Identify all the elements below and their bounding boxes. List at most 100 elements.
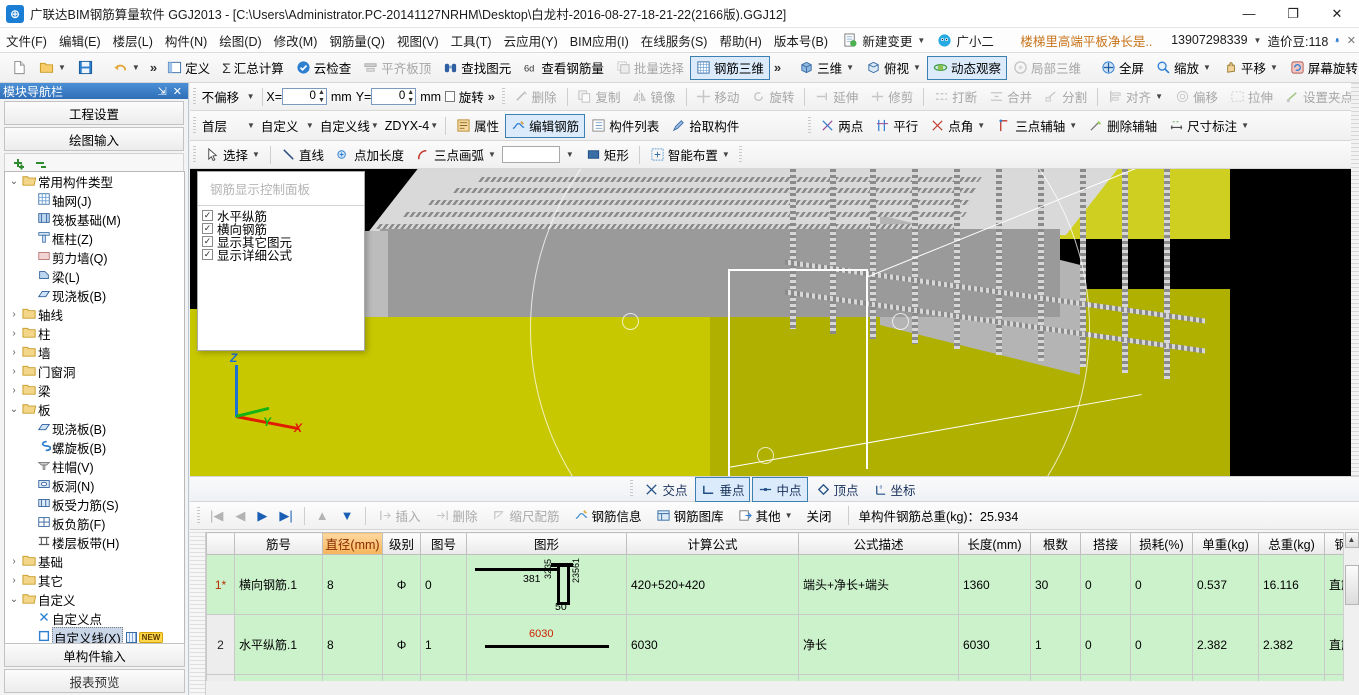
new-change-button[interactable]: 新建变更 ▼ (837, 28, 931, 53)
tb2-overflow-button[interactable]: » (484, 89, 499, 104)
pin-icon[interactable]: ⇲ (155, 85, 170, 98)
offset-mode-combo[interactable]: 不偏移 ▼ (199, 85, 258, 108)
orbit-handle-bottom[interactable] (757, 447, 774, 464)
tree-item-2[interactable]: 筏板基础(M) (5, 210, 184, 229)
grid-column-header-8[interactable]: 长度(mm) (958, 532, 1031, 555)
bell-icon[interactable] (1334, 33, 1340, 48)
point-angle-axis-button[interactable]: 点角 ▼ (924, 114, 991, 138)
checkbox-icon[interactable]: ✓ (202, 249, 213, 260)
arc-tool-chevron-down-icon[interactable]: ▼ (488, 150, 496, 159)
menu-component[interactable]: 构件(N) (159, 28, 213, 53)
grid-column-header-12[interactable]: 单重(kg) (1192, 532, 1259, 555)
component-type-combo[interactable]: 自定义线 ▼ (317, 114, 382, 137)
tree-item-4[interactable]: 剪力墙(Q) (5, 248, 184, 267)
tree-item-17[interactable]: 板受力筋(S) (5, 495, 184, 514)
rebar-grid-wrapper[interactable]: 筋号 直径(mm) 级别 图号 图形 计算公式 公式描述 长度(mm) 根数 搭接 损耗(%) 单重(… (206, 532, 1359, 695)
chevron-right-icon[interactable]: › (7, 575, 21, 586)
chevron-right-icon[interactable]: › (7, 309, 21, 320)
delete-axis-button[interactable]: 删除辅轴 (1083, 114, 1163, 138)
close-icon[interactable]: ✕ (170, 85, 185, 98)
x-spinner-icon[interactable]: ▲ ▼ (318, 89, 325, 105)
insert-row-button[interactable]: 插入 (372, 503, 427, 528)
menu-file[interactable]: 文件(F) (0, 28, 53, 53)
two-point-axis-button[interactable]: 两点 (814, 114, 869, 138)
tree-item-13[interactable]: 现浇板(B) (5, 419, 184, 438)
add-icon[interactable] (11, 156, 27, 172)
grid-column-header-4[interactable]: 图号 (420, 532, 467, 555)
pan-chevron-down-icon[interactable]: ▼ (1270, 63, 1278, 72)
grid-column-header-1[interactable]: 筋号 (234, 532, 323, 555)
draw-extra-chevron-down-icon[interactable]: ▼ (566, 150, 574, 159)
properties-button[interactable]: 属性 (450, 114, 505, 138)
rebar-diameter[interactable]: 8 (322, 554, 383, 615)
rebar-shape[interactable]: 6030 (466, 614, 627, 675)
rebar-display-panel[interactable]: 钢筋显示控制面板 ✓ 水平纵筋 ✓ 横向钢筋 ✓ 显示其它图元 ✓ 显示详细公式 (197, 171, 365, 351)
open-chevron-down-icon[interactable]: ▼ (58, 63, 66, 72)
tree-item-15[interactable]: 柱帽(V) (5, 457, 184, 476)
chevron-right-icon[interactable]: › (7, 385, 21, 396)
new-file-button[interactable] (6, 56, 33, 80)
point-angle-chevron-down-icon[interactable]: ▼ (977, 121, 985, 130)
rebar-total-weight[interactable]: 2.382 (1258, 614, 1325, 675)
minimize-button[interactable]: — (1227, 0, 1271, 28)
rebar-name[interactable]: 水平纵筋.1 (234, 614, 323, 675)
tb3-grip2[interactable] (808, 116, 812, 135)
menu-help[interactable]: 帮助(H) (713, 28, 767, 53)
tree-item-7[interactable]: › 轴线 (5, 305, 184, 324)
fullscreen-button[interactable]: 全屏 (1095, 56, 1150, 80)
zoom-button[interactable]: 缩放 ▼ (1150, 56, 1217, 80)
record-last-button[interactable]: ▶| (274, 506, 297, 526)
top-view-button[interactable]: 俯视 ▼ (860, 56, 927, 80)
rebar-lap[interactable]: 0 (1080, 554, 1131, 615)
nav-button-draw-input[interactable]: 绘图输入 (4, 127, 184, 151)
view-3d-chevron-down-icon[interactable]: ▼ (846, 63, 854, 72)
rebar-shape[interactable]: 381 3235 23561 50 (466, 554, 627, 615)
menu-tools[interactable]: 工具(T) (445, 28, 498, 53)
align-chevron-down-icon[interactable]: ▼ (1155, 92, 1163, 101)
menu-floor[interactable]: 楼层(L) (107, 28, 159, 53)
chevron-down-icon[interactable]: ▼ (917, 36, 925, 45)
chevron-down-icon[interactable]: ⌄ (7, 176, 21, 187)
tree-item-6[interactable]: 现浇板(B) (5, 286, 184, 305)
dimension-button[interactable]: 尺寸标注 ▼ (1163, 114, 1255, 138)
tree-item-16[interactable]: 板洞(N) (5, 476, 184, 495)
menu-online-service[interactable]: 在线服务(S) (635, 28, 714, 53)
rebar-count[interactable]: 1 (1030, 614, 1081, 675)
tb2-grip[interactable] (193, 87, 196, 106)
rebar-lap[interactable]: 0 (1080, 614, 1131, 675)
table-row[interactable]: 2水平纵筋.18Φ160306030净长60301002.3822.382直筋纟 (206, 614, 1359, 675)
menu-cloud-app[interactable]: 云应用(Y) (498, 28, 564, 53)
trim-button[interactable]: 修剪 (864, 85, 919, 109)
undo-button[interactable]: ▼ (107, 56, 146, 80)
scale-rebar-button[interactable]: 缩尺配筋 (486, 503, 566, 528)
partial-3d-button[interactable]: 局部三维 (1007, 56, 1087, 80)
category-chevron-down-icon[interactable]: ▼ (306, 121, 314, 130)
rebar-diameter[interactable]: 8 (322, 614, 383, 675)
component-combo[interactable]: ZDYX-4 ▼ (382, 117, 441, 135)
dynamic-observe-button[interactable]: 动态观察 (926, 55, 1007, 80)
rebar-shape-no[interactable]: 1 (420, 614, 467, 675)
category-combo[interactable]: 自定义 ▼ (258, 114, 317, 137)
view-3d-button[interactable]: 三维 ▼ (793, 56, 860, 80)
select-tool-button[interactable]: 选择 ▼ (199, 143, 266, 167)
menu-bim-app[interactable]: BIM应用(I) (564, 28, 635, 53)
cloud-check-button[interactable]: 云检查 (290, 56, 358, 80)
three-point-axis-chevron-down-icon[interactable]: ▼ (1069, 121, 1077, 130)
component-chevron-down-icon[interactable]: ▼ (430, 121, 438, 130)
stretch-button[interactable]: 拉伸 (1224, 85, 1279, 109)
record-prev-button[interactable]: ◀ (230, 506, 250, 526)
tree-item-10[interactable]: › 门窗洞 (5, 362, 184, 381)
y-spinner-icon[interactable]: ▲ ▼ (407, 89, 414, 105)
grid-column-header-5[interactable]: 图形 (466, 532, 627, 555)
tree-item-9[interactable]: › 墙 (5, 343, 184, 362)
rebar-formula[interactable]: 420+520+420 (626, 554, 799, 615)
tip-text[interactable]: 楼梯里高端平板净长是.. (1020, 31, 1152, 50)
editor-grip[interactable] (197, 506, 200, 525)
tree-item-5[interactable]: 梁(L) (5, 267, 184, 286)
tree-item-11[interactable]: › 梁 (5, 381, 184, 400)
snap-midpoint-button[interactable]: 中点 (752, 476, 808, 502)
rotate-checkbox[interactable] (445, 91, 455, 102)
chevron-right-icon[interactable]: › (7, 366, 21, 377)
grid-column-header-9[interactable]: 根数 (1030, 532, 1081, 555)
tree-item-12[interactable]: ⌄ 板 (5, 400, 184, 419)
